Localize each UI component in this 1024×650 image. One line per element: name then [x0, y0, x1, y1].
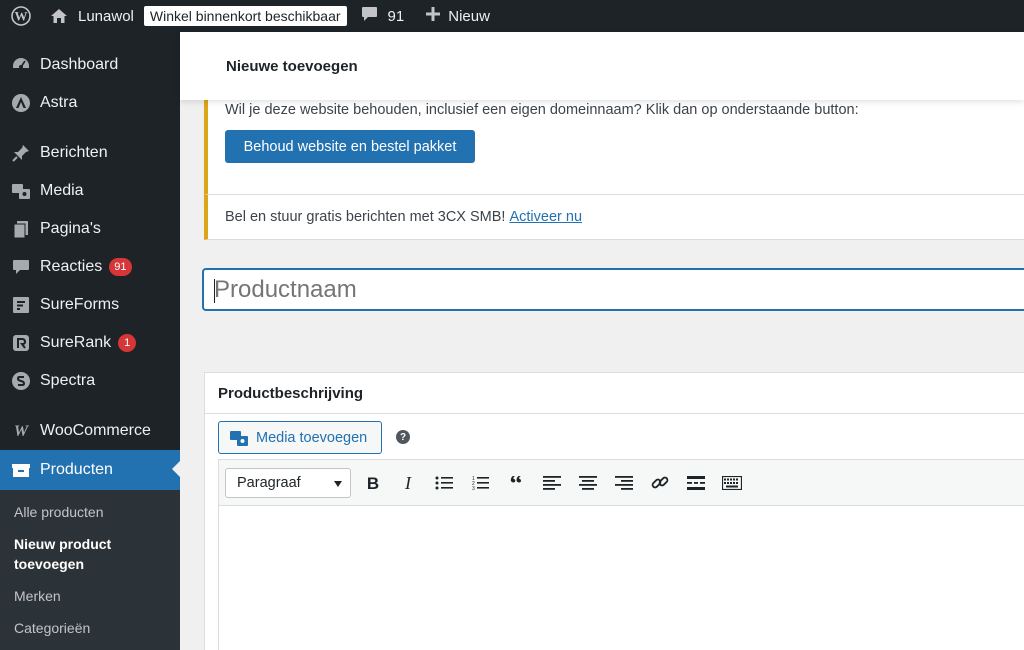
- product-description-box: Productbeschrijving Media toevoegen ? Pa…: [204, 372, 1024, 650]
- main-content: Nieuwe toevoegen Wil je deze website beh…: [180, 32, 1024, 650]
- media-icon: [10, 180, 32, 202]
- link-icon[interactable]: [649, 472, 671, 494]
- svg-text:I: I: [404, 475, 412, 491]
- website-notice-text: Wil je deze website behouden, inclusief …: [225, 102, 859, 118]
- wordpress-logo-icon[interactable]: W: [2, 0, 40, 32]
- store-status-badge[interactable]: Winkel binnenkort beschikbaar: [143, 6, 347, 26]
- pin-icon: [10, 142, 32, 164]
- sidebar-item-reacties[interactable]: Reacties 91: [0, 248, 180, 286]
- new-content-link[interactable]: Nieuw: [426, 0, 490, 32]
- sidebar-item-label: Astra: [40, 94, 78, 111]
- sidebar-item-label: Spectra: [40, 372, 96, 389]
- plus-icon: [426, 7, 441, 25]
- comment-icon: [361, 6, 378, 26]
- italic-icon[interactable]: I: [397, 472, 419, 494]
- description-box-title: Productbeschrijving: [218, 385, 364, 402]
- sidebar-item-label: Dashboard: [40, 56, 119, 73]
- 3cx-notice-message: Bel en stuur gratis berichten met 3CX SM…: [225, 209, 506, 225]
- sidebar-item-berichten[interactable]: Berichten: [0, 134, 180, 172]
- activate-link[interactable]: Activeer nu: [509, 209, 582, 225]
- sidebar-item-producten[interactable]: Producten: [0, 450, 180, 490]
- new-label: Nieuw: [448, 7, 490, 25]
- read-more-icon[interactable]: [685, 472, 707, 494]
- divider: [205, 413, 1024, 414]
- submenu-add-new-product[interactable]: Nieuw product toevoegen: [0, 528, 180, 580]
- sidebar-item-label: WooCommerce: [40, 422, 151, 439]
- 3cx-notice-text: Bel en stuur gratis berichten met 3CX SM…: [225, 209, 582, 225]
- product-name-input[interactable]: Productnaam: [202, 268, 1024, 311]
- svg-text:“: “: [510, 476, 523, 490]
- surerank-count-badge: 1: [118, 334, 137, 352]
- sidebar-item-label: SureRank: [40, 334, 112, 351]
- sidebar-item-label: Reacties: [40, 258, 103, 275]
- numbered-list-icon[interactable]: 123: [469, 472, 491, 494]
- home-icon[interactable]: [50, 0, 68, 32]
- svg-text:W: W: [15, 9, 28, 24]
- comments-icon: [10, 256, 32, 278]
- sidebar-item-spectra[interactable]: Spectra: [0, 362, 180, 400]
- sidebar-item-astra[interactable]: Astra: [0, 84, 180, 122]
- sidebar-item-label: Berichten: [40, 144, 108, 161]
- description-editor: Paragraaf B I 123 “: [218, 459, 1024, 650]
- submenu-brands[interactable]: Merken: [0, 580, 180, 612]
- sidebar-item-paginas[interactable]: Pagina's: [0, 210, 180, 248]
- help-icon[interactable]: ?: [396, 430, 410, 444]
- svg-text:3: 3: [472, 486, 475, 490]
- page-title: Nieuwe toevoegen: [226, 58, 358, 75]
- comments-count-badge: 91: [109, 258, 132, 276]
- sidebar-item-label: Pagina's: [40, 220, 101, 237]
- align-center-icon[interactable]: [577, 472, 599, 494]
- svg-text:W: W: [14, 423, 30, 439]
- add-media-label: Media toevoegen: [256, 429, 368, 446]
- comments-count: 91: [387, 7, 405, 25]
- woocommerce-icon: W: [10, 420, 32, 442]
- sureforms-icon: [10, 294, 32, 316]
- sidebar-item-media[interactable]: Media: [0, 172, 180, 210]
- products-icon: [10, 459, 32, 481]
- website-notice: Wil je deze website behouden, inclusief …: [204, 88, 1024, 208]
- align-left-icon[interactable]: [541, 472, 563, 494]
- keep-website-button[interactable]: Behoud website en bestel pakket: [225, 130, 475, 163]
- spectra-icon: [10, 370, 32, 392]
- chevron-down-icon: [334, 481, 342, 487]
- pages-icon: [10, 218, 32, 240]
- surerank-icon: [10, 332, 32, 354]
- 3cx-notice: Bel en stuur gratis berichten met 3CX SM…: [204, 194, 1024, 240]
- sidebar-item-label: Producten: [40, 461, 113, 478]
- product-name-placeholder: Productnaam: [214, 275, 357, 303]
- astra-icon: [10, 92, 32, 114]
- admin-bar: W Lunawol Winkel binnenkort beschikbaar …: [0, 0, 1024, 32]
- bold-icon[interactable]: B: [362, 472, 384, 494]
- add-media-button[interactable]: Media toevoegen: [218, 421, 382, 454]
- sidebar-item-dashboard[interactable]: Dashboard: [0, 46, 180, 84]
- submenu-all-products[interactable]: Alle producten: [0, 496, 180, 528]
- site-name-link[interactable]: Lunawol: [78, 0, 134, 32]
- sidebar-item-surerank[interactable]: SureRank 1: [0, 324, 180, 362]
- svg-text:B: B: [367, 475, 379, 491]
- toolbar-toggle-icon[interactable]: [721, 472, 743, 494]
- page-header: Nieuwe toevoegen: [180, 32, 1024, 100]
- admin-sidebar: Dashboard Astra Berichten Media Pagina's…: [0, 32, 180, 650]
- sidebar-item-sureforms[interactable]: SureForms: [0, 286, 180, 324]
- bullet-list-icon[interactable]: [433, 472, 455, 494]
- sidebar-item-woocommerce[interactable]: W WooCommerce: [0, 412, 180, 450]
- sidebar-item-label: Media: [40, 182, 84, 199]
- comments-link[interactable]: 91: [361, 0, 405, 32]
- blockquote-icon[interactable]: “: [505, 472, 527, 494]
- align-right-icon[interactable]: [613, 472, 635, 494]
- format-select-value: Paragraaf: [237, 475, 301, 491]
- dashboard-icon: [10, 54, 32, 76]
- add-media-icon: [229, 428, 249, 448]
- format-select[interactable]: Paragraaf: [225, 468, 351, 498]
- products-submenu: Alle producten Nieuw product toevoegen M…: [0, 490, 180, 650]
- sidebar-item-label: SureForms: [40, 296, 120, 313]
- editor-toolbar: Paragraaf B I 123 “: [219, 460, 1024, 506]
- submenu-categories[interactable]: Categorieën: [0, 612, 180, 644]
